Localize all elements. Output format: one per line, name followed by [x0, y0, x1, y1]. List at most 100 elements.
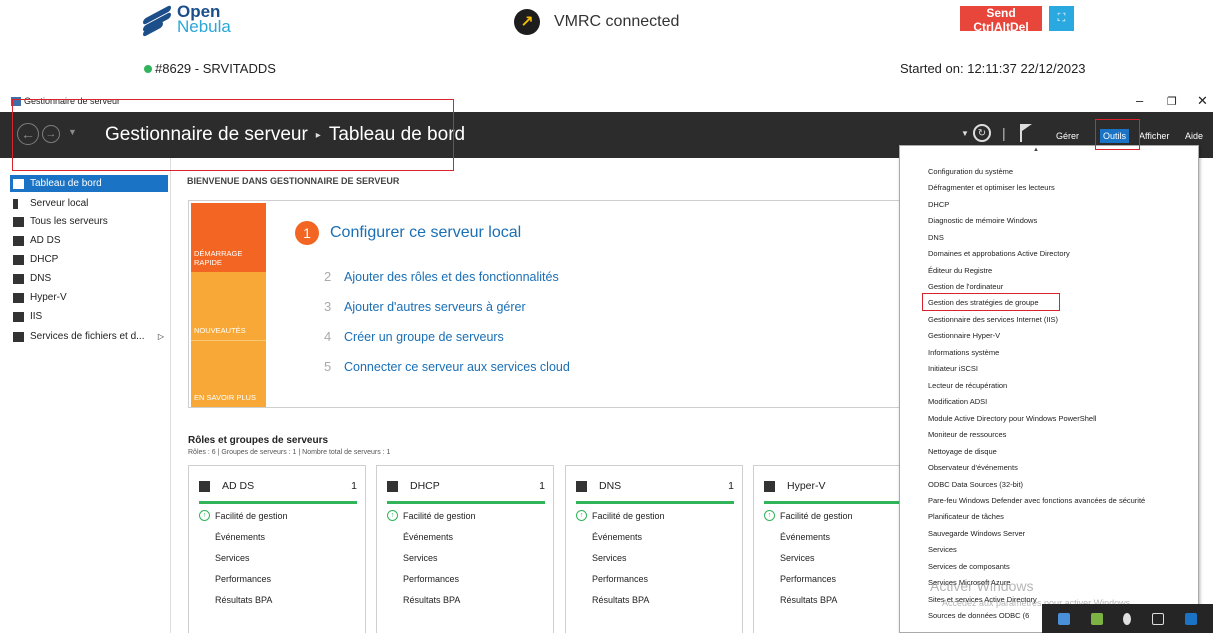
- learn-more-tab[interactable]: EN SAVOIR PLUS: [191, 340, 266, 407]
- check-up-icon: ↑: [764, 510, 775, 521]
- window-titlebar: Gestionnaire de serveur – ❐ ✕: [0, 93, 1213, 112]
- menu-item-odbc-64[interactable]: Sources de données ODBC (6: [928, 611, 1029, 620]
- sidebar-item-dhcp[interactable]: DHCP: [10, 251, 168, 268]
- menu-item-pare-feu[interactable]: Pare-feu Windows Defender avec fonctions…: [928, 496, 1145, 505]
- dhcp-icon: [387, 480, 398, 492]
- step-configure-local-server[interactable]: 1 Configurer ce serveur local: [295, 221, 521, 245]
- sidebar: Tableau de bord Serveur local Tous les s…: [0, 158, 171, 633]
- step1-number: 1: [295, 221, 319, 245]
- taskbar-server-manager-icon[interactable]: [1058, 612, 1071, 625]
- step-create-group[interactable]: 4 Créer un groupe de serveurs: [324, 329, 504, 344]
- taskbar-outlook-icon[interactable]: [1184, 612, 1197, 625]
- sidebar-item-dns[interactable]: DNS: [10, 270, 168, 287]
- menu-item-moniteur-ressources[interactable]: Moniteur de ressources: [928, 430, 1006, 439]
- sidebar-item-tableau-de-bord[interactable]: Tableau de bord: [10, 175, 168, 192]
- menu-aide[interactable]: Aide: [1182, 129, 1206, 143]
- menu-item-lecteur-recuperation[interactable]: Lecteur de récupération: [928, 381, 1007, 390]
- step-add-roles[interactable]: 2 Ajouter des rôles et des fonctionnalité…: [324, 269, 559, 284]
- menu-item-hyper-v[interactable]: Gestionnaire Hyper-V: [928, 331, 1000, 340]
- role-card-dhcp[interactable]: DHCP 1 ↑ Facilité de gestion Événements S…: [376, 465, 554, 633]
- window-title: Gestionnaire de serveur: [24, 96, 121, 106]
- menu-item-services[interactable]: Services: [928, 545, 957, 554]
- roles-title: Rôles et groupes de serveurs: [188, 435, 329, 446]
- step-connect-cloud[interactable]: 5 Connecter ce serveur aux services cloud: [324, 359, 570, 374]
- menu-afficher[interactable]: Afficher: [1136, 129, 1172, 143]
- sidebar-item-hyper-v[interactable]: Hyper-V: [10, 289, 168, 306]
- menu-item-sauvegarde[interactable]: Sauvegarde Windows Server: [928, 529, 1025, 538]
- iis-icon: [13, 311, 24, 322]
- news-tab[interactable]: NOUVEAUTÉS: [191, 272, 266, 340]
- sidebar-item-serveur-local[interactable]: Serveur local: [10, 195, 168, 212]
- breadcrumb-root[interactable]: Gestionnaire de serveur: [105, 124, 308, 146]
- notifications-flag-icon[interactable]: [1020, 124, 1032, 142]
- screen: Open Nebula ↗ VMRC connected Send CtrlAl…: [0, 0, 1213, 633]
- sidebar-item-iis[interactable]: IIS: [10, 308, 168, 325]
- menu-gerer[interactable]: Gérer: [1053, 129, 1082, 143]
- check-up-icon: ↑: [576, 510, 587, 521]
- quick-start-tab[interactable]: DÉMARRAGE RAPIDE: [191, 203, 266, 272]
- refresh-dropdown-icon[interactable]: ▼: [961, 129, 969, 138]
- role-card-dns[interactable]: DNS 1 ↑ Facilité de gestion Événements Se…: [565, 465, 743, 633]
- menu-item-observateur-evenements[interactable]: Observateur d'événements: [928, 463, 1018, 472]
- servers-icon: [13, 216, 24, 227]
- dns-icon: [576, 480, 587, 492]
- server-manager-app-icon: [11, 96, 21, 106]
- vm-name: #8629 - SRVITADDS: [144, 61, 276, 76]
- status-bar: [387, 501, 545, 504]
- menu-item-iscsi[interactable]: Initiateur iSCSI: [928, 364, 978, 373]
- status-bar: [199, 501, 357, 504]
- opennebula-logo: Open Nebula: [143, 3, 231, 38]
- menu-item-iis[interactable]: Gestionnaire des services Internet (IIS): [928, 315, 1058, 324]
- breadcrumb-separator-icon: ▸: [315, 129, 321, 141]
- taskbar-window-icon[interactable]: [1152, 612, 1165, 625]
- role-card-ad-ds[interactable]: AD DS 1 ↑ Facilité de gestion Événements …: [188, 465, 366, 633]
- sidebar-item-tous-les-serveurs[interactable]: Tous les serveurs: [10, 213, 168, 230]
- expand-arrow-icon[interactable]: ▷: [158, 332, 164, 341]
- menu-item-dns[interactable]: DNS: [928, 233, 944, 242]
- menu-item-ad-powershell[interactable]: Module Active Directory pour Windows Pow…: [928, 414, 1096, 423]
- menu-item-planificateur[interactable]: Planificateur de tâches: [928, 512, 1004, 521]
- dhcp-icon: [13, 254, 24, 265]
- send-ctrl-alt-del-button[interactable]: Send CtrlAltDel: [960, 6, 1042, 34]
- forward-arrow-icon[interactable]: →: [42, 125, 60, 143]
- step-add-servers[interactable]: 3 Ajouter d'autres serveurs à gérer: [324, 299, 526, 314]
- check-up-icon: ↑: [387, 510, 398, 521]
- vmrc-status: ↗ VMRC connected: [514, 9, 679, 35]
- refresh-icon[interactable]: ↻: [973, 124, 991, 142]
- activation-watermark: Activer Windows: [930, 578, 1034, 594]
- history-dropdown-icon[interactable]: ▼: [68, 127, 77, 137]
- fullscreen-icon[interactable]: ⛶: [1049, 6, 1074, 31]
- minimize-icon[interactable]: –: [1136, 93, 1143, 108]
- dashboard-icon: [13, 178, 24, 189]
- welcome-panel: DÉMARRAGE RAPIDE NOUVEAUTÉS EN SAVOIR PL…: [188, 200, 903, 408]
- menu-item-odbc-32[interactable]: ODBC Data Sources (32-bit): [928, 480, 1023, 489]
- menu-item-nettoyage-disque[interactable]: Nettoyage de disque: [928, 447, 997, 456]
- breadcrumb: Gestionnaire de serveur ▸ Tableau de bor…: [105, 124, 465, 146]
- menu-item-editeur-registre[interactable]: Éditeur du Registre: [928, 266, 992, 275]
- menu-item-gestion-strategies-groupe[interactable]: Gestion des stratégies de groupe: [928, 298, 1039, 307]
- restore-icon[interactable]: ❐: [1167, 95, 1177, 108]
- sidebar-item-ad-ds[interactable]: AD DS: [10, 232, 168, 249]
- step1-link[interactable]: Configurer ce serveur local: [330, 224, 521, 242]
- back-arrow-icon[interactable]: ←: [17, 123, 39, 145]
- menu-item-domaines-approbations[interactable]: Domaines et approbations Active Director…: [928, 249, 1070, 258]
- menu-item-diagnostic-memoire[interactable]: Diagnostic de mémoire Windows: [928, 216, 1037, 225]
- tools-dropdown-menu: ▲ Configuration du système Défragmenter …: [899, 145, 1199, 633]
- check-up-icon: ↑: [199, 510, 210, 521]
- ad-ds-icon: [199, 480, 210, 492]
- menu-item-adsi[interactable]: Modification ADSI: [928, 397, 987, 406]
- menu-item-dhcp[interactable]: DHCP: [928, 200, 949, 209]
- sidebar-item-services-fichiers[interactable]: Services de fichiers et d... ▷: [10, 328, 168, 345]
- taskbar-notification-icon[interactable]: [1123, 612, 1132, 625]
- menu-outils[interactable]: Outils: [1100, 129, 1130, 143]
- menu-item-informations-systeme[interactable]: Informations système: [928, 348, 999, 357]
- scroll-up-caret-icon[interactable]: ▲: [1033, 147, 1039, 153]
- menu-item-services-composants[interactable]: Services de composants: [928, 562, 1010, 571]
- ad-ds-icon: [13, 235, 24, 246]
- close-icon[interactable]: ✕: [1197, 93, 1208, 109]
- menu-item-defragmenter[interactable]: Défragmenter et optimiser les lecteurs: [928, 183, 1055, 192]
- menu-item-gestion-ordinateur[interactable]: Gestion de l'ordinateur: [928, 282, 1003, 291]
- taskbar-app-icon[interactable]: [1090, 612, 1103, 625]
- menu-item-configuration-systeme[interactable]: Configuration du système: [928, 167, 1013, 176]
- vm-running-dot-icon: [144, 64, 152, 73]
